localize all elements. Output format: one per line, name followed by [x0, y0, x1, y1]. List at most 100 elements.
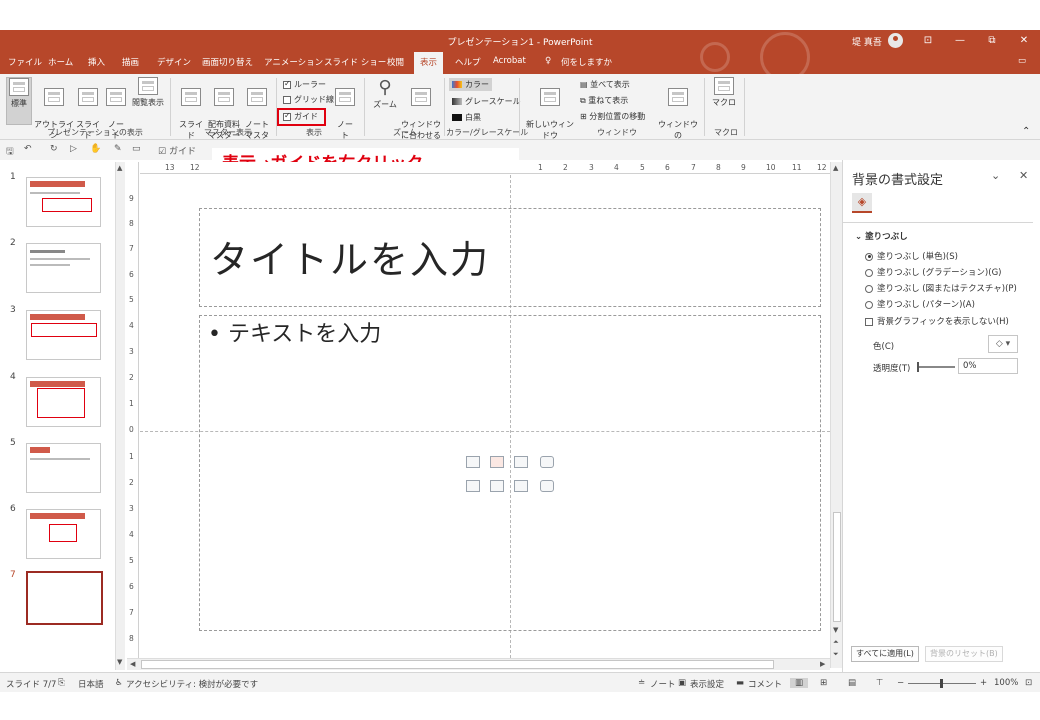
- fill-color-dropdown[interactable]: ◇ ▾: [988, 335, 1018, 353]
- reading-view-button[interactable]: 閲覧表示: [129, 77, 167, 125]
- slide-thumbnail-1[interactable]: [26, 177, 101, 227]
- slide-thumbnail-7[interactable]: [26, 571, 103, 625]
- insert-chart-icon[interactable]: [490, 456, 504, 468]
- slideshow-icon[interactable]: ⊤: [876, 678, 883, 688]
- zoom-out-button[interactable]: −: [897, 678, 904, 688]
- transparency-input[interactable]: 0%: [958, 358, 1018, 374]
- tell-me-search[interactable]: 何をしますか: [561, 56, 612, 68]
- fill-section-header[interactable]: ⌄ 塗りつぶし: [855, 230, 908, 242]
- insert-online-picture-icon[interactable]: [490, 480, 504, 492]
- title-placeholder[interactable]: タイトルを入力: [199, 208, 821, 307]
- comments-icon[interactable]: ▭: [1018, 56, 1026, 66]
- collapse-ribbon-icon[interactable]: ⌃: [1022, 126, 1030, 137]
- spelling-icon[interactable]: ⎘: [58, 678, 65, 688]
- arrange-all-button[interactable]: ▤ 並べて表示: [580, 79, 630, 90]
- new-window-button[interactable]: 新しいウィンドウ を開く: [524, 77, 576, 151]
- insert-3d-model-icon[interactable]: [540, 456, 554, 468]
- horizontal-scrollbar[interactable]: ◀ ▶: [127, 658, 830, 670]
- slide-sorter-icon[interactable]: ⊞: [820, 678, 827, 688]
- ribbon-display-options-icon[interactable]: ⊡: [918, 33, 938, 49]
- scroll-up-arrow-icon[interactable]: ▲: [833, 164, 838, 172]
- previous-slide-icon[interactable]: ⏶: [833, 638, 839, 647]
- scrollbar-thumb[interactable]: [141, 660, 774, 669]
- scroll-up-arrow-icon[interactable]: ▲: [117, 164, 122, 172]
- color-button[interactable]: カラー: [449, 78, 492, 91]
- tab-draw[interactable]: 描画: [122, 56, 139, 68]
- cascade-button[interactable]: ⧉ 重ねて表示: [580, 95, 628, 106]
- fit-slide-icon[interactable]: ⊡: [1025, 678, 1032, 688]
- fill-gradient-radio[interactable]: 塗りつぶし (グラデーション)(G): [865, 266, 1001, 278]
- scroll-right-arrow-icon[interactable]: ▶: [820, 660, 825, 668]
- tab-slideshow[interactable]: スライド ショー: [324, 56, 386, 68]
- fill-bucket-icon[interactable]: ◈: [852, 193, 872, 213]
- slide-thumbnail-5[interactable]: [26, 443, 101, 493]
- slideshow-icon[interactable]: ▷: [70, 144, 77, 154]
- slide-thumbnail-4[interactable]: [26, 377, 101, 427]
- fit-to-window-button[interactable]: ウィンドウ に合わせる: [401, 77, 441, 140]
- notes-page-button[interactable]: ノー ト: [104, 77, 128, 140]
- slide-canvas[interactable]: タイトルを入力 • テキストを入力: [140, 175, 830, 658]
- undo-icon[interactable]: ↶: [24, 144, 32, 154]
- avatar[interactable]: [888, 33, 903, 48]
- tab-insert[interactable]: 挿入: [88, 56, 105, 68]
- minimize-button[interactable]: —: [950, 33, 970, 49]
- switch-window-button[interactable]: ウィンドウの 切り替え ⌄: [657, 77, 699, 151]
- qat-guides-checkbox[interactable]: ☑ ガイド: [158, 144, 196, 157]
- normal-view-button[interactable]: 標準: [6, 77, 32, 125]
- hide-background-graphics-checkbox[interactable]: 背景グラフィックを表示しない(H): [865, 315, 1009, 327]
- next-slide-icon[interactable]: ⏷: [833, 650, 839, 659]
- scrollbar-thumb[interactable]: [833, 512, 841, 622]
- tab-design[interactable]: デザイン: [157, 56, 191, 68]
- zoom-in-button[interactable]: +: [980, 678, 987, 688]
- horizontal-ruler[interactable]: 13 12 1 2 3 4 5 6 7 8 9 10 11 12: [140, 162, 830, 174]
- language-indicator[interactable]: 日本語: [78, 678, 104, 690]
- vertical-scrollbar[interactable]: ▲ ▼ ⏶ ⏷: [830, 162, 842, 668]
- zoom-slider[interactable]: [908, 679, 976, 688]
- insert-icons-icon[interactable]: [540, 480, 554, 492]
- slide-thumbnail-2[interactable]: [26, 243, 101, 293]
- reading-view-icon[interactable]: ▤: [848, 678, 856, 688]
- tab-review[interactable]: 校閲: [387, 56, 404, 68]
- tab-help[interactable]: ヘルプ: [455, 56, 481, 68]
- pane-close-icon[interactable]: ✕: [1019, 169, 1028, 182]
- thumbnails-scrollbar[interactable]: ▲ ▼: [115, 162, 125, 670]
- fill-solid-radio[interactable]: 塗りつぶし (単色)(S): [865, 250, 958, 262]
- tab-view[interactable]: 表示: [414, 52, 444, 74]
- slide-thumbnail-6[interactable]: [26, 509, 101, 559]
- format-painter-icon[interactable]: ✎: [114, 144, 122, 154]
- reset-background-button[interactable]: 背景のリセット(B): [925, 646, 1003, 662]
- save-icon[interactable]: 🖫: [6, 144, 14, 160]
- handout-master-button[interactable]: 配布資料 マスター: [206, 77, 242, 140]
- apply-to-all-button[interactable]: すべてに適用(L): [851, 646, 919, 662]
- black-white-button[interactable]: 白黒: [452, 112, 481, 123]
- outline-view-button[interactable]: アウトライン 表示: [34, 77, 74, 151]
- maximize-button[interactable]: ⧉: [982, 33, 1002, 49]
- comments-button[interactable]: コメント: [748, 678, 782, 690]
- slide-thumbnail-3[interactable]: [26, 310, 101, 360]
- slide-master-button[interactable]: スライド マスター: [176, 77, 206, 162]
- transparency-slider[interactable]: [917, 362, 955, 372]
- pane-options-icon[interactable]: ⌄: [991, 169, 1000, 182]
- tab-acrobat[interactable]: Acrobat: [493, 56, 526, 66]
- user-name[interactable]: 堤 真吾: [852, 35, 882, 48]
- scroll-down-arrow-icon[interactable]: ▼: [833, 626, 838, 634]
- insert-video-icon[interactable]: [514, 480, 528, 492]
- slide[interactable]: タイトルを入力 • テキストを入力: [140, 175, 830, 658]
- gridlines-checkbox[interactable]: グリッド線: [283, 94, 334, 105]
- macro-button[interactable]: マクロ: [710, 77, 738, 125]
- display-settings-button[interactable]: 表示設定: [690, 678, 724, 690]
- insert-table-icon[interactable]: [466, 456, 480, 468]
- touch-mode-icon[interactable]: ✋: [90, 144, 101, 154]
- ruler-checkbox[interactable]: ルーラー: [283, 79, 326, 90]
- insert-smartart-icon[interactable]: [514, 456, 528, 468]
- grayscale-button[interactable]: グレースケール: [452, 96, 521, 107]
- accessibility-status[interactable]: アクセシビリティ: 検討が必要です: [126, 678, 258, 690]
- close-button[interactable]: ✕: [1014, 33, 1034, 49]
- tab-home[interactable]: ホーム: [48, 56, 73, 68]
- redo-icon[interactable]: ↻: [50, 144, 58, 154]
- shape-icon[interactable]: ▭: [132, 144, 141, 154]
- notes-button[interactable]: ノー ト: [333, 77, 357, 140]
- fill-pattern-radio[interactable]: 塗りつぶし (パターン)(A): [865, 298, 975, 310]
- tab-file[interactable]: ファイル: [8, 56, 42, 68]
- normal-view-icon[interactable]: ▥: [790, 678, 809, 688]
